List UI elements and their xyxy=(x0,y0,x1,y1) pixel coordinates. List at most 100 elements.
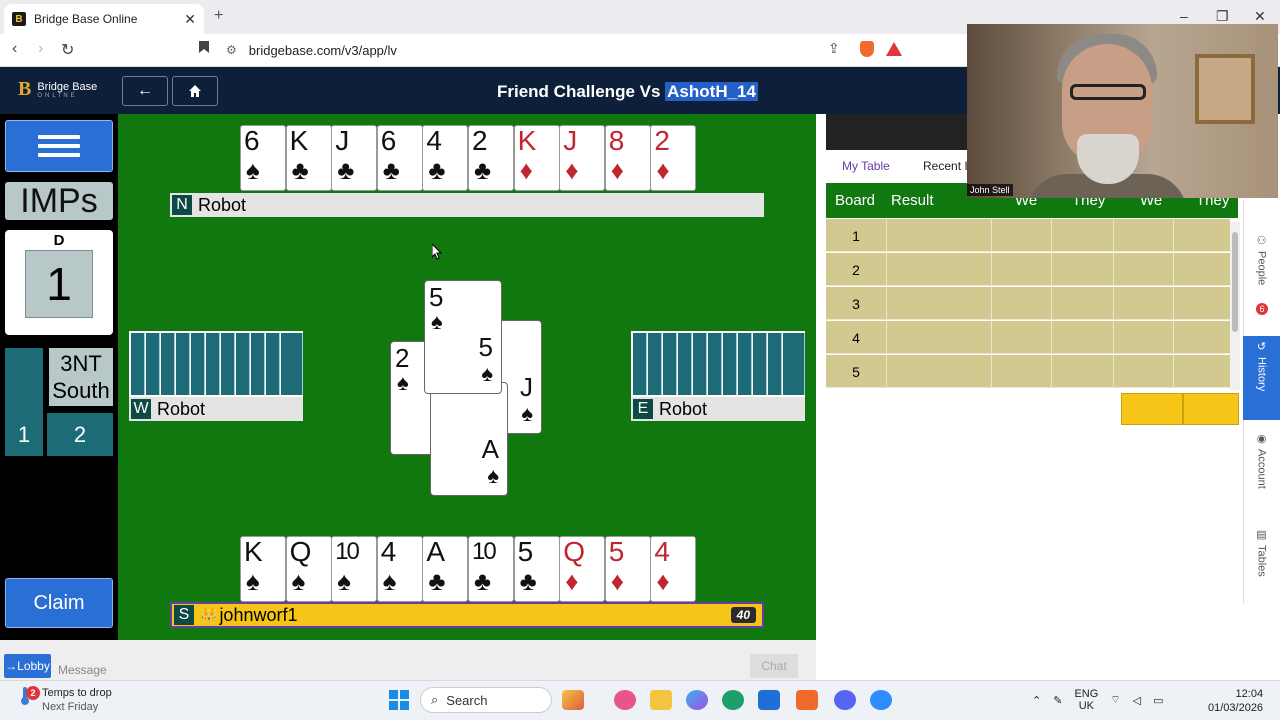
hamburger-menu-icon[interactable] xyxy=(5,120,113,172)
file-explorer-icon[interactable] xyxy=(650,690,672,710)
north-card[interactable]: K ♣ xyxy=(285,125,332,191)
chat-bar xyxy=(0,640,816,680)
tab-my-table[interactable]: My Table xyxy=(842,159,890,173)
row-board-number: 3 xyxy=(852,296,860,312)
tab-recent[interactable]: Recent I xyxy=(923,159,968,173)
card-suit-icon: ♠ xyxy=(246,566,260,596)
south-card[interactable]: 10 ♣ xyxy=(468,536,514,602)
north-dir-label: N xyxy=(172,195,192,215)
weather-icon: 2 xyxy=(18,686,40,706)
score-scrollbar[interactable] xyxy=(1230,222,1240,390)
home-button[interactable] xyxy=(172,76,218,106)
south-card[interactable]: A ♣ xyxy=(422,536,469,602)
brave-rewards-icon[interactable] xyxy=(886,42,902,56)
message-input[interactable]: Message xyxy=(58,663,107,677)
table-row[interactable]: 1 xyxy=(826,219,1230,252)
copilot-icon[interactable] xyxy=(686,690,708,710)
north-card[interactable]: 6 ♠ xyxy=(240,125,286,191)
south-card[interactable]: 4 ♦ xyxy=(650,536,697,602)
side-tab-tables[interactable]: ▤ Tables xyxy=(1243,528,1280,592)
card-suit-icon: ♠ xyxy=(382,566,397,596)
player-score-badge: 40 xyxy=(730,607,756,623)
header-result: Result xyxy=(891,192,934,209)
widgets-icon[interactable] xyxy=(562,690,584,710)
bookmark-icon[interactable] xyxy=(198,40,210,59)
brave-shield-icon[interactable] xyxy=(860,41,874,57)
trick-north-rank: 5 xyxy=(429,282,444,312)
store-icon[interactable] xyxy=(758,690,780,710)
south-card[interactable]: 5 ♣ xyxy=(513,536,560,602)
lang-line2: UK xyxy=(1078,700,1094,712)
north-card[interactable]: 2 ♣ xyxy=(468,125,514,191)
taskbar-search[interactable]: ⌕ Search xyxy=(420,687,552,713)
maximize-button[interactable]: ❐ xyxy=(1216,8,1229,25)
card-rank: 4 xyxy=(654,536,670,567)
south-card[interactable]: Q ♦ xyxy=(559,536,606,602)
brave-icon[interactable] xyxy=(796,690,818,710)
volume-icon[interactable]: ◁ xyxy=(1133,694,1141,707)
system-clock[interactable]: 12:04 01/03/2026 xyxy=(1208,687,1263,715)
side-tab-people[interactable]: ⚇ People xyxy=(1243,234,1280,314)
north-card[interactable]: J ♦ xyxy=(559,125,606,191)
card-suit-icon: ♣ xyxy=(474,155,492,185)
table-row[interactable]: 3 xyxy=(826,287,1230,320)
card-rank: 8 xyxy=(608,125,625,156)
discord-icon[interactable] xyxy=(834,690,856,710)
weather-widget[interactable]: 2 Temps to drop Next Friday xyxy=(18,686,112,714)
edge-icon[interactable] xyxy=(722,690,744,710)
site-settings-icon[interactable]: ⚙ xyxy=(226,43,237,57)
side-tab-account[interactable]: ◉ Account xyxy=(1243,432,1280,502)
back-arrow-icon[interactable]: ‹ xyxy=(12,40,17,58)
card-suit-icon: ♣ xyxy=(428,155,446,185)
wifi-icon[interactable]: ⌔ xyxy=(1110,693,1120,707)
north-card[interactable]: 8 ♦ xyxy=(604,125,651,191)
tray-chevron-icon[interactable]: ⌃ xyxy=(1032,694,1041,707)
south-card[interactable]: K ♠ xyxy=(240,536,286,602)
forward-arrow-icon[interactable]: › xyxy=(38,40,43,58)
opponent-name: AshotH_14 xyxy=(665,82,758,101)
window-close-button[interactable]: ✕ xyxy=(1254,8,1266,25)
back-button[interactable]: ← xyxy=(122,76,168,106)
south-card[interactable]: 10 ♠ xyxy=(331,536,378,602)
side-tab-label: Account xyxy=(1255,449,1268,489)
north-hand: 6 ♠ K ♣ J ♣ 6 ♣ 4 ♣ 2 ♣ K ♦ J ♦ 8 ♦ 2 ♦ xyxy=(240,125,697,191)
claim-button[interactable]: Claim xyxy=(5,578,113,628)
tables-icon: ▤ xyxy=(1256,529,1267,541)
table-row[interactable]: 2 xyxy=(826,253,1230,286)
table-row[interactable]: 4 xyxy=(826,321,1230,354)
tab-close-icon[interactable]: ✕ xyxy=(184,11,196,28)
battery-icon[interactable]: ▭ xyxy=(1153,694,1163,707)
table-row[interactable]: 5 xyxy=(826,355,1230,388)
scoring-badge: IMPs xyxy=(5,182,113,220)
people-count-badge: 6 xyxy=(1256,303,1268,315)
pen-icon[interactable]: ✎ xyxy=(1053,694,1062,707)
north-card[interactable]: 6 ♣ xyxy=(376,125,423,191)
north-card[interactable]: 4 ♣ xyxy=(422,125,469,191)
weather-badge: 2 xyxy=(26,686,40,700)
windows-start-icon[interactable] xyxy=(389,690,409,710)
south-card[interactable]: Q ♠ xyxy=(285,536,332,602)
zoom-icon[interactable] xyxy=(870,690,892,710)
language-indicator[interactable]: ENG UK xyxy=(1074,688,1098,712)
url-field[interactable]: ⚙ bridgebase.com/v3/app/lv xyxy=(226,38,846,62)
app-icon[interactable] xyxy=(614,690,636,710)
reload-icon[interactable]: ↻ xyxy=(61,40,74,60)
minimize-button[interactable]: – xyxy=(1180,8,1188,24)
lobby-button[interactable]: →Lobby xyxy=(4,654,51,678)
chat-send-button[interactable]: Chat xyxy=(750,654,798,678)
card-suit-icon: ♦ xyxy=(565,566,579,596)
trick-south-rank: A xyxy=(481,434,499,464)
card-rank: 10 xyxy=(472,538,497,565)
new-tab-button[interactable]: + xyxy=(214,7,223,25)
west-dir-label: W xyxy=(131,399,151,419)
total-they-box xyxy=(1183,393,1239,425)
share-icon[interactable]: ⇪ xyxy=(828,40,840,57)
north-card[interactable]: 2 ♦ xyxy=(650,125,697,191)
north-card[interactable]: J ♣ xyxy=(331,125,378,191)
browser-tab[interactable]: B Bridge Base Online ✕ xyxy=(4,4,204,34)
north-card[interactable]: K ♦ xyxy=(513,125,560,191)
south-card[interactable]: 5 ♦ xyxy=(604,536,651,602)
east-dir-label: E xyxy=(633,399,653,419)
side-tab-history[interactable]: ↺ History xyxy=(1243,336,1280,420)
south-card[interactable]: 4 ♠ xyxy=(376,536,423,602)
